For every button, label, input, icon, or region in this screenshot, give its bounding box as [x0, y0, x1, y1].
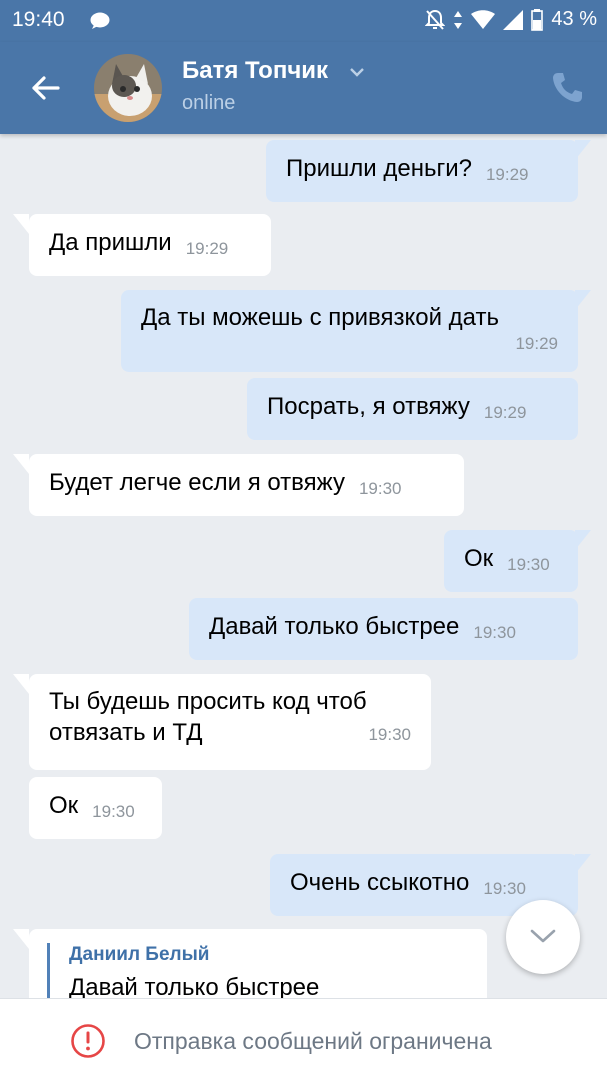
- avatar[interactable]: [94, 54, 162, 122]
- message-text: Да ты можешь с привязкой дать: [141, 304, 499, 331]
- message-time: 19:29: [483, 403, 527, 422]
- chat-notification-icon: [90, 12, 110, 29]
- message-bubble-incoming[interactable]: Да пришли 19:29: [29, 214, 271, 276]
- status-icons: 43 %: [425, 8, 597, 31]
- alert-circle-icon: [71, 1024, 105, 1058]
- bubble-tail: [13, 929, 29, 949]
- message-time: 19:29: [485, 165, 529, 184]
- message-text: Пришли деньги?: [286, 155, 472, 182]
- message-bubble-incoming[interactable]: Будет легче если я отвяжу 19:30: [29, 454, 464, 516]
- message-time: 19:30: [368, 725, 411, 745]
- reply-bar: [47, 943, 50, 998]
- message-bubble-outgoing[interactable]: Давай только быстрее 19:30: [189, 598, 578, 660]
- bubble-tail: [13, 674, 29, 694]
- chevron-down-icon[interactable]: [348, 66, 366, 78]
- contact-name[interactable]: Батя Топчик: [182, 57, 328, 85]
- message-text: Ты будешь просить код чтоб: [49, 688, 367, 715]
- message-list[interactable]: Пришли деньги? 19:29 Да пришли 19:29 Да ты…: [0, 134, 607, 998]
- battery-icon: [531, 8, 544, 31]
- bell-off-icon: [425, 9, 446, 30]
- chat-header: Батя Топчик online: [0, 42, 607, 134]
- contact-status: online: [182, 92, 236, 114]
- message-bubble-outgoing[interactable]: Да ты можешь с привязкой дать 19:29: [121, 290, 578, 372]
- message-bubble-outgoing[interactable]: Ок 19:30: [444, 530, 578, 592]
- message-text: Ок: [49, 792, 79, 819]
- signal-icon: [503, 9, 524, 30]
- message-text: Давай только быстрее: [209, 613, 460, 640]
- scroll-down-button[interactable]: [506, 900, 580, 974]
- arrow-left-icon[interactable]: [28, 70, 64, 106]
- bubble-tail: [13, 214, 29, 234]
- message-bubble-incoming[interactable]: Ты будешь просить код чтоб отвязать и ТД…: [29, 674, 431, 770]
- message-text: отвязать и ТД: [49, 719, 203, 747]
- status-bar: 19:40 43 %: [0, 0, 607, 42]
- message-text: Очень ссыкотно: [290, 869, 470, 896]
- wifi-icon: [471, 9, 496, 29]
- message-bubble-incoming[interactable]: Даниил Белый Давай только быстрее: [29, 929, 487, 998]
- message-time: 19:30: [92, 802, 135, 821]
- message-text: Ок: [464, 545, 494, 572]
- battery-level: 43 %: [551, 8, 597, 30]
- message-bubble-outgoing[interactable]: Посрать, я отвяжу 19:29: [247, 378, 578, 440]
- message-time: 19:29: [515, 334, 558, 354]
- message-text: Будет легче если я отвяжу: [49, 469, 345, 496]
- message-text: Посрать, я отвяжу: [267, 393, 470, 420]
- message-time: 19:29: [185, 239, 229, 258]
- message-time: 19:30: [507, 555, 550, 574]
- reply-author: Даниил Белый: [69, 944, 210, 965]
- phone-icon[interactable]: [551, 70, 583, 104]
- message-time: 19:30: [473, 623, 516, 642]
- message-time: 19:30: [358, 479, 402, 498]
- message-time: 19:30: [483, 879, 526, 898]
- reply-text: Давай только быстрее: [69, 973, 320, 998]
- composer-restricted-bar: Отправка сообщений ограничена: [0, 998, 607, 1081]
- data-arrows-icon: [454, 10, 463, 29]
- message-text: Да пришли: [49, 229, 172, 256]
- message-bubble-incoming[interactable]: Ок 19:30: [29, 777, 162, 839]
- message-bubble-outgoing[interactable]: Пришли деньги? 19:29: [266, 140, 578, 202]
- restriction-notice: Отправка сообщений ограничена: [134, 1028, 492, 1054]
- bubble-tail: [13, 454, 29, 474]
- status-time: 19:40: [12, 8, 65, 31]
- chevron-down-icon: [530, 929, 556, 943]
